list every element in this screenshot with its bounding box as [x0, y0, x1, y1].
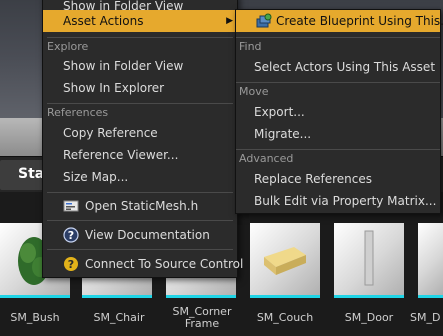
asset-context-menu: Show in Folder View Asset Actions ▶ Expl… [42, 0, 243, 278]
menu-item-label: Reference Viewer... [63, 148, 179, 162]
menu-item-label: Bulk Edit via Property Matrix... [254, 194, 437, 208]
menu-separator [47, 37, 233, 38]
menu-item-migrate[interactable]: Migrate... [236, 123, 440, 145]
section-header-move: Move [239, 85, 269, 98]
section-header-explore: Explore [47, 40, 89, 53]
menu-item-replace-references[interactable]: Replace References [236, 168, 440, 190]
blueprint-icon [256, 13, 272, 28]
menu-item-create-blueprint[interactable]: Create Blueprint Using This... [236, 10, 443, 32]
menu-separator [236, 149, 440, 150]
menu-item-label: Create Blueprint Using This... [276, 14, 443, 28]
menu-item-label: Export... [254, 105, 305, 119]
menu-item-label: View Documentation [85, 228, 210, 242]
menu-separator [47, 103, 233, 104]
menu-item-label: Copy Reference [63, 126, 158, 140]
menu-separator [47, 249, 233, 250]
menu-item-label: Replace References [254, 172, 372, 186]
couch-thumbnail [264, 247, 306, 275]
menu-item-open-staticmesh-h[interactable]: Open StaticMesh.h [43, 195, 237, 217]
asset-label: SM_Couch [256, 311, 314, 324]
asset-actions-submenu: Create Blueprint Using This... Find Sele… [235, 9, 443, 214]
section-header-advanced: Advanced [239, 152, 294, 165]
menu-item-reference-viewer[interactable]: Reference Viewer... [43, 144, 237, 166]
menu-item-label: Show In Explorer [63, 81, 165, 95]
asset-label: SM_Door [344, 311, 394, 324]
content-browser-tab-label: Sta [18, 166, 45, 182]
menu-item-size-map[interactable]: Size Map... [43, 166, 237, 188]
submenu-arrow-icon: ▶ [226, 16, 233, 26]
menu-item-copy-reference[interactable]: Copy Reference [43, 122, 237, 144]
source-control-icon: ? [64, 257, 78, 271]
menu-item-view-documentation[interactable]: ? View Documentation [43, 224, 237, 246]
menu-item-label: Asset Actions [63, 14, 144, 28]
menu-item-show-in-explorer[interactable]: Show In Explorer [43, 77, 237, 99]
menu-item-label: Size Map... [63, 170, 129, 184]
menu-item-bulk-edit[interactable]: Bulk Edit via Property Matrix... [236, 190, 440, 212]
asset-label: SM_Bush [10, 311, 60, 324]
menu-item-connect-source-control[interactable]: ? Connect To Source Control [43, 253, 243, 275]
menu-item-asset-actions[interactable]: Asset Actions ▶ [43, 10, 237, 32]
code-file-icon [63, 200, 79, 212]
asset-tile-sm-couch[interactable] [250, 223, 320, 298]
menu-item-label: Select Actors Using This Asset [254, 60, 436, 74]
menu-item-export[interactable]: Export... [236, 101, 440, 123]
menu-item-label: Open StaticMesh.h [85, 199, 199, 213]
door-thumbnail [364, 230, 374, 286]
menu-item-label: Migrate... [254, 127, 312, 141]
section-header-references: References [47, 106, 109, 119]
help-icon: ? [63, 227, 79, 243]
svg-text:?: ? [68, 258, 74, 271]
menu-item-label: Connect To Source Control [85, 257, 244, 271]
asset-tile-sm-door[interactable] [334, 223, 404, 298]
menu-separator [236, 82, 440, 83]
menu-item-show-in-folder-view[interactable]: Show in Folder View [43, 55, 237, 77]
menu-separator [236, 37, 440, 38]
menu-separator [47, 220, 233, 221]
asset-label: SM_D [410, 311, 441, 324]
asset-label: SM_Chair [93, 311, 145, 324]
menu-item-select-actors[interactable]: Select Actors Using This Asset [236, 56, 440, 78]
asset-tile-sm-d[interactable] [418, 223, 443, 298]
section-header-find: Find [239, 40, 262, 53]
menu-item-label: Show in Folder View [63, 59, 184, 73]
svg-text:?: ? [68, 229, 74, 242]
menu-separator [47, 192, 233, 193]
asset-label: SM_Corner Frame [172, 305, 232, 330]
